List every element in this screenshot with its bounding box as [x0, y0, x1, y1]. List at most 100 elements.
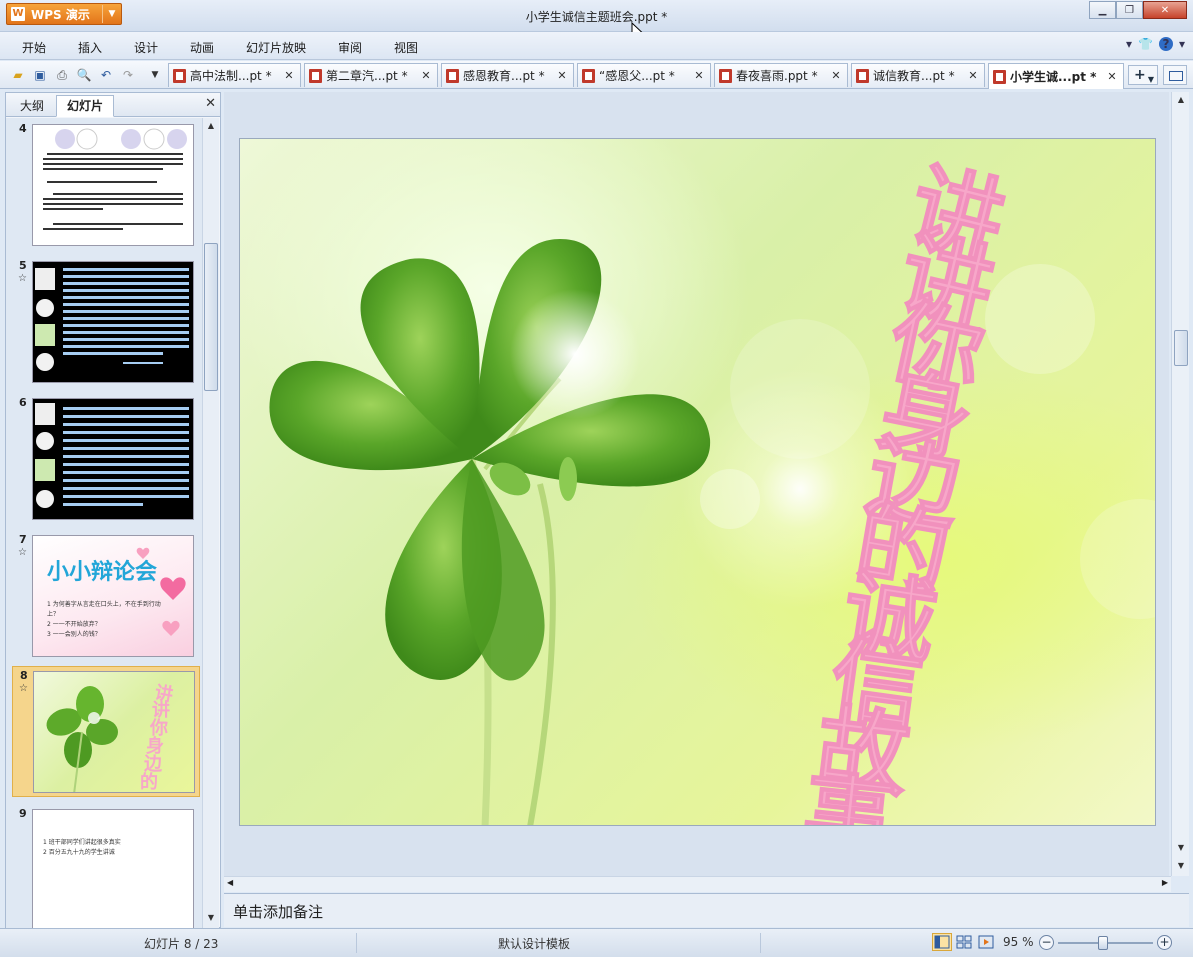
- tab-list-button[interactable]: [1163, 65, 1187, 85]
- new-tab-button[interactable]: + ▼: [1128, 65, 1158, 85]
- zoom-slider-handle[interactable]: [1098, 936, 1108, 950]
- design-template-name[interactable]: 默认设计模板: [498, 935, 570, 952]
- slide-7-preview: 小小辩论会 1 为何善字从言走在口头上，不在手到行动上？ 2 一一不开始放弃？ …: [32, 535, 194, 657]
- close-tab-icon[interactable]: ✕: [555, 69, 569, 82]
- next-slide-icon[interactable]: ▼: [1173, 858, 1189, 874]
- title-bar: W WPS 演示 ▼ 小学生诚信主题班会.ppt * ▁ ❐ ✕: [0, 0, 1193, 40]
- scroll-up-icon[interactable]: ▲: [1173, 92, 1189, 108]
- print-icon[interactable]: ⎙: [54, 67, 70, 83]
- svg-text:的: 的: [140, 771, 158, 793]
- status-divider: [760, 933, 761, 953]
- slide-thumbnail-5[interactable]: 5 ☆: [12, 257, 200, 387]
- menu-design[interactable]: 设计: [134, 39, 158, 56]
- quick-access-toolbar: ▰ ▣ ⎙ 🔍 ↶ ↷ ▼ 高中法制...pt * ✕ 第二章汽...pt * …: [0, 61, 1193, 89]
- current-slide[interactable]: 讲讲你身边的诚信故事: [239, 138, 1156, 826]
- slide-scrollbar-horizontal[interactable]: ◀ ▶: [224, 876, 1171, 892]
- normal-view-button[interactable]: [932, 933, 952, 951]
- animation-star-icon: ☆: [18, 547, 27, 558]
- menu-review[interactable]: 审阅: [338, 39, 362, 56]
- slide-4-preview: [32, 124, 194, 246]
- scroll-thumb[interactable]: [1174, 330, 1188, 366]
- menu-animation[interactable]: 动画: [190, 39, 214, 56]
- close-panel-icon[interactable]: ✕: [205, 96, 216, 111]
- zoom-in-button[interactable]: +: [1157, 935, 1172, 950]
- slide-thumbnail-6[interactable]: 6: [12, 394, 200, 524]
- toolbar-more-icon[interactable]: ▼: [147, 67, 163, 83]
- slide-thumbnail-7[interactable]: 7 ☆ 小小辩论会 1 为何善字从言走在口头上，不在手到行动上？ 2 一一不开始…: [12, 531, 200, 661]
- slideshow-button[interactable]: [976, 933, 996, 951]
- scroll-thumb[interactable]: [204, 243, 218, 391]
- ppt-file-icon: [856, 68, 869, 83]
- print-preview-icon[interactable]: 🔍: [76, 67, 92, 83]
- scroll-down-icon[interactable]: ▼: [1173, 840, 1189, 856]
- skin-shirt-icon[interactable]: 👕: [1138, 37, 1153, 51]
- slide-sorter-button[interactable]: [954, 933, 974, 951]
- close-tab-icon[interactable]: ✕: [282, 69, 296, 82]
- doc-tab-4[interactable]: “感恩父...pt * ✕: [577, 63, 711, 87]
- zoom-out-button[interactable]: −: [1039, 935, 1054, 950]
- panel-tabs: 大纲 幻灯片 ✕: [6, 93, 220, 117]
- doc-tab-active[interactable]: 小学生诚...pt * ✕: [988, 63, 1124, 89]
- minimize-button[interactable]: ▁: [1089, 1, 1116, 19]
- window-controls: ▁ ❐ ✕: [1089, 1, 1187, 19]
- doc-tab-6[interactable]: 诚信教育...pt * ✕: [851, 63, 985, 87]
- save-icon[interactable]: ▣: [32, 67, 48, 83]
- slide-editor: 讲讲你身边的诚信故事: [224, 92, 1169, 876]
- ppt-file-icon: [993, 69, 1006, 84]
- doc-tab-3[interactable]: 感恩教育...pt * ✕: [441, 63, 574, 87]
- menu-insert[interactable]: 插入: [78, 39, 102, 56]
- tab-outline[interactable]: 大纲: [9, 95, 55, 117]
- scroll-up-icon[interactable]: ▲: [203, 118, 219, 134]
- close-tab-icon[interactable]: ✕: [966, 69, 980, 82]
- ppt-file-icon: [719, 68, 732, 83]
- slide-8-preview: 讲 讲 你 身 边 的: [33, 671, 195, 793]
- slide-6-preview: [32, 398, 194, 520]
- notes-placeholder: 单击添加备注: [233, 903, 324, 921]
- animation-star-icon: ☆: [19, 683, 28, 694]
- zoom-level[interactable]: 95 %: [1003, 935, 1034, 949]
- collapse-ribbon-icon[interactable]: ▾: [1126, 37, 1132, 51]
- slide-9-lines: 1 班干部同学们讲起很多真实 2 百分五九十九的学生讲诚: [43, 839, 121, 856]
- slide-title-graphic: 讲讲你身边的诚信故事: [797, 150, 1016, 826]
- doc-tab-1[interactable]: 高中法制...pt * ✕: [168, 63, 301, 87]
- undo-icon[interactable]: ↶: [98, 67, 114, 83]
- close-tab-icon[interactable]: ✕: [419, 69, 433, 82]
- slide-5-preview: [32, 261, 194, 383]
- close-tab-icon[interactable]: ✕: [1105, 70, 1119, 83]
- ppt-file-icon: [173, 68, 186, 83]
- slide-scrollbar-vertical[interactable]: ▲ ▼ ▼: [1171, 92, 1189, 876]
- menu-slideshow[interactable]: 幻灯片放映: [246, 39, 306, 56]
- close-tab-icon[interactable]: ✕: [829, 69, 843, 82]
- menu-view[interactable]: 视图: [394, 39, 418, 56]
- doc-tab-5[interactable]: 春夜喜雨.ppt * ✕: [714, 63, 848, 87]
- close-window-button[interactable]: ✕: [1143, 1, 1187, 19]
- slide-thumbnail-9[interactable]: 9 1 班干部同学们讲起很多真实 2 百分五九十九的学生讲诚: [12, 805, 200, 928]
- ppt-file-icon: [309, 68, 322, 83]
- scroll-left-icon[interactable]: ◀: [227, 878, 233, 887]
- notes-pane[interactable]: 单击添加备注: [224, 893, 1189, 927]
- slide-thumbnail-4[interactable]: 4: [12, 120, 200, 250]
- slide-title-char: 事: [798, 760, 901, 826]
- status-divider: [356, 933, 357, 953]
- doc-tab-2[interactable]: 第二章汽...pt * ✕: [304, 63, 438, 87]
- tab-slides[interactable]: 幻灯片: [56, 95, 115, 117]
- close-tab-icon[interactable]: ✕: [692, 69, 706, 82]
- slide-sorter-icon: [956, 935, 972, 949]
- clover-mini-graphic: 讲 讲 你 身 边 的: [46, 681, 175, 793]
- normal-view-icon: [934, 935, 950, 949]
- thumbnail-list: 4 5 ☆ 6 7 ☆ 小小辩论会 1 为何善字从言走在口头上，不在手到行动上？…: [6, 118, 202, 928]
- open-folder-icon[interactable]: ▰: [10, 67, 26, 83]
- scroll-right-icon[interactable]: ▶: [1162, 878, 1168, 887]
- chevron-down-icon: ▼: [1147, 75, 1154, 84]
- thumbnail-scrollbar[interactable]: ▲ ▼: [202, 118, 219, 928]
- slide-counter: 幻灯片 8 / 23: [144, 937, 219, 951]
- help-icon[interactable]: ?: [1158, 37, 1173, 51]
- slide-4-content-graphic: [43, 128, 187, 230]
- maximize-button[interactable]: ❐: [1116, 1, 1143, 19]
- scroll-down-icon[interactable]: ▼: [203, 910, 219, 926]
- help-dropdown-icon[interactable]: ▾: [1179, 37, 1185, 51]
- slide-thumbnail-8[interactable]: 8 ☆ 讲 讲 你 身 边 的: [12, 666, 200, 797]
- redo-icon[interactable]: ↷: [120, 67, 136, 83]
- ppt-file-icon: [582, 68, 595, 83]
- menu-home[interactable]: 开始: [22, 39, 46, 56]
